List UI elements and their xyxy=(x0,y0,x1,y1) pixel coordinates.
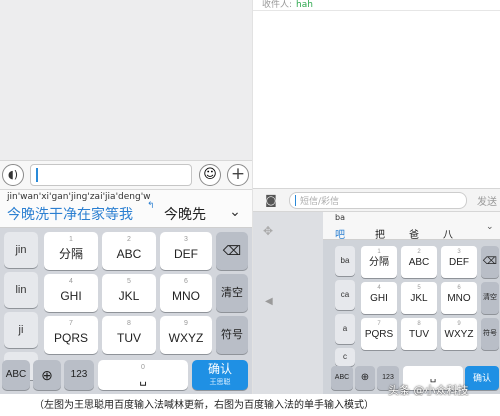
clear-key[interactable]: 清空 xyxy=(481,282,499,314)
key-8[interactable]: 8 TUV xyxy=(401,318,437,350)
key-6[interactable]: 6 MNO xyxy=(160,274,212,312)
key-8[interactable]: 8 TUV xyxy=(102,316,156,354)
sms-placeholder: 短信/彩信 xyxy=(300,197,340,207)
side-key-lin[interactable]: lin xyxy=(4,272,38,308)
candidate-2[interactable]: 把 xyxy=(375,226,385,241)
side-key-ba[interactable]: ba xyxy=(335,246,355,276)
candidate-second[interactable]: 今晚先 xyxy=(164,204,206,224)
text-cursor xyxy=(36,168,38,182)
chevron-down-icon[interactable]: ⌄ xyxy=(486,222,494,232)
message-bar: ◖) ☺ + xyxy=(0,160,252,190)
key-3[interactable]: 3 DEF xyxy=(441,246,477,278)
sms-bar: ◙ 短信/彩信 发送 xyxy=(253,188,500,212)
one-hand-empty-area: ✥ ◀ xyxy=(253,212,323,394)
key-1[interactable]: 1 分隔 xyxy=(44,232,98,270)
space-bar-icon: ␣ xyxy=(139,372,147,386)
candidate-main[interactable]: 今晚洗干净在家等我 xyxy=(7,204,133,224)
screenshot-root: ◖) ☺ + jin'wan'xi'gan'jing'zai'jia'deng'… xyxy=(0,0,500,416)
candidate-4[interactable]: 八 xyxy=(443,226,453,241)
key-3[interactable]: 3 DEF xyxy=(160,232,212,270)
move-icon[interactable]: ✥ xyxy=(263,224,273,238)
side-key-a[interactable]: a xyxy=(335,314,355,344)
side-key-ji[interactable]: ji xyxy=(4,312,38,348)
candidate-bar: jin'wan'xi'gan'jing'zai'jia'deng'w 今晚洗干净… xyxy=(0,190,252,228)
key-4[interactable]: 4 GHI xyxy=(361,282,397,314)
candidate-3[interactable]: 爸 xyxy=(409,226,419,241)
key-2[interactable]: 2 ABC xyxy=(401,246,437,278)
sms-input[interactable]: 短信/彩信 xyxy=(289,192,467,209)
candidate-bar: ba 吧 把 爸 八 ⌄ xyxy=(323,212,500,241)
num123-key[interactable]: 123 xyxy=(64,360,94,390)
globe-icon[interactable]: ⊕ xyxy=(33,360,61,390)
emoji-icon[interactable]: ☺ xyxy=(199,164,221,186)
right-phone-panel: 收件人: hah ◙ 短信/彩信 发送 ✥ ◀ ba 吧 把 爸 八 ⌄ ba … xyxy=(252,0,500,394)
clear-key[interactable]: 清空 xyxy=(216,274,248,312)
backspace-icon[interactable]: ⌫ xyxy=(481,246,499,278)
globe-icon[interactable]: ⊕ xyxy=(355,366,375,390)
caption: （左图为王思聪用百度输入法喊林更新，右图为百度输入法的单手输入模式） xyxy=(0,396,500,416)
side-key-c[interactable]: c xyxy=(335,348,355,366)
t9-keyboard: jin lin ji li 1分隔 2ABC 3DEF ⌫ 4GHI 5JKL … xyxy=(0,228,252,394)
divider xyxy=(253,10,500,11)
confirm-button[interactable]: 确认 xyxy=(465,366,499,390)
side-key-ca[interactable]: ca xyxy=(335,280,355,310)
key-9[interactable]: 9 WXYZ xyxy=(441,318,477,350)
send-button[interactable]: 发送 xyxy=(477,193,497,208)
plus-icon[interactable]: + xyxy=(227,164,249,186)
recipient-value: hah xyxy=(296,0,313,10)
symbol-key[interactable]: 符号 xyxy=(481,318,499,350)
switch-side-arrow-icon[interactable]: ◀ xyxy=(265,296,273,307)
symbol-key[interactable]: 符号 xyxy=(216,316,248,354)
key-6[interactable]: 6 MNO xyxy=(441,282,477,314)
message-input[interactable] xyxy=(30,164,192,186)
abc-key[interactable]: ABC xyxy=(2,360,30,390)
key-0: 0 xyxy=(141,364,145,371)
pinyin-composition: ba xyxy=(335,213,345,222)
conversation-area xyxy=(0,0,252,160)
candidate-1[interactable]: 吧 xyxy=(335,226,345,241)
space-key[interactable]: 0 ␣ xyxy=(98,360,188,390)
key-7[interactable]: 7 PQRS xyxy=(361,318,397,350)
left-phone-panel: ◖) ☺ + jin'wan'xi'gan'jing'zai'jia'deng'… xyxy=(0,0,252,394)
abc-key[interactable]: ABC xyxy=(331,366,353,390)
text-cursor xyxy=(295,195,296,206)
pinyin-composition: jin'wan'xi'gan'jing'zai'jia'deng'w xyxy=(7,192,151,202)
key-1[interactable]: 1 分隔 xyxy=(361,246,397,278)
one-hand-keyboard: ✥ ◀ ba 吧 把 爸 八 ⌄ ba ca a c 1 分隔 2 ABC 3 DEF… xyxy=(253,212,500,394)
recipient-field[interactable]: 收件人: hah xyxy=(262,0,313,10)
key-7[interactable]: 7 PQRS xyxy=(44,316,98,354)
camera-icon[interactable]: ◙ xyxy=(262,192,280,208)
key-2[interactable]: 2 ABC xyxy=(102,232,156,270)
key-9[interactable]: 9 WXYZ xyxy=(160,316,212,354)
backspace-icon[interactable]: ⌫ xyxy=(216,232,248,270)
voice-icon[interactable]: ◖) xyxy=(2,164,24,186)
key-5[interactable]: 5 JKL xyxy=(401,282,437,314)
side-key-jin[interactable]: jin xyxy=(4,232,38,268)
chevron-down-icon[interactable]: ⌄ xyxy=(222,200,248,224)
cloud-arrow-icon: ↰ xyxy=(147,201,155,211)
confirm-button[interactable]: 确认 王思聪 xyxy=(192,360,248,390)
key-5[interactable]: 5 JKL xyxy=(102,274,156,312)
key-4[interactable]: 4 GHI xyxy=(44,274,98,312)
